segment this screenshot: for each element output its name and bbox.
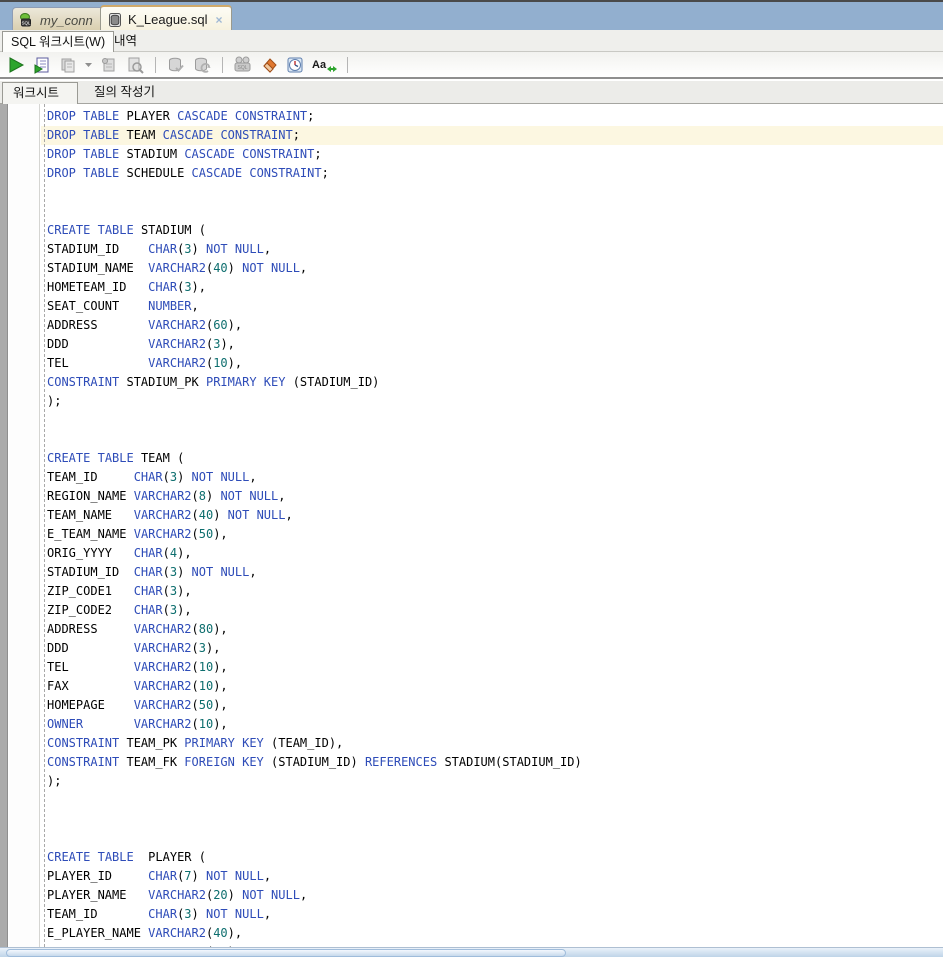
code-line[interactable]: CREATE TABLE STADIUM ( [41, 221, 943, 240]
code-line[interactable]: DROP TABLE STADIUM CASCADE CONSTRAINT; [41, 145, 943, 164]
code-line[interactable]: DROP TABLE TEAM CASCADE CONSTRAINT; [41, 126, 943, 145]
code-line[interactable]: CONSTRAINT TEAM_PK PRIMARY KEY (TEAM_ID)… [41, 734, 943, 753]
commit-icon[interactable] [166, 55, 186, 75]
code-line[interactable]: ADDRESS VARCHAR2(60), [41, 316, 943, 335]
code-line[interactable]: ADDRESS VARCHAR2(80), [41, 620, 943, 639]
code-line[interactable]: CREATE TABLE PLAYER ( [41, 848, 943, 867]
code-line[interactable]: E_PLAYER_NAME VARCHAR2(40), [41, 924, 943, 943]
code-line[interactable]: HOMEPAGE VARCHAR2(50), [41, 696, 943, 715]
history-clock-icon[interactable] [285, 55, 305, 75]
tab-k-league-sql[interactable]: K_League.sql × [100, 5, 232, 32]
code-line[interactable]: CONSTRAINT TEAM_FK FOREIGN KEY (STADIUM_… [41, 753, 943, 772]
rollback-icon[interactable] [192, 55, 212, 75]
code-line[interactable]: TEL VARCHAR2(10), [41, 658, 943, 677]
worksheet-toolbar: SQL Aa [0, 52, 943, 79]
code-line[interactable]: STADIUM_ID CHAR(3) NOT NULL, [41, 240, 943, 259]
explain-plan-dropdown-icon[interactable] [84, 55, 93, 75]
code-line[interactable] [41, 430, 943, 449]
code-line[interactable] [41, 829, 943, 848]
code-line[interactable]: DDD VARCHAR2(3), [41, 639, 943, 658]
sql-connection-icon: SQL [19, 12, 35, 28]
code-line[interactable]: TEAM_ID CHAR(3) NOT NULL, [41, 905, 943, 924]
tab-query-builder[interactable]: 질의 작성기 [84, 82, 165, 104]
code-line[interactable]: CONSTRAINT STADIUM_PK PRIMARY KEY (STADI… [41, 373, 943, 392]
code-line[interactable]: FAX VARCHAR2(10), [41, 677, 943, 696]
code-line[interactable] [41, 411, 943, 430]
code-line[interactable] [41, 183, 943, 202]
svg-text:SQL: SQL [237, 65, 247, 71]
svg-text:SQL: SQL [21, 21, 31, 26]
code-line[interactable]: ); [41, 392, 943, 411]
tab-label: K_League.sql [128, 12, 208, 27]
tab-sql-worksheet[interactable]: SQL 워크시트(W) [2, 31, 115, 52]
explain-plan-icon[interactable] [58, 55, 78, 75]
tab-worksheet[interactable]: 워크시트 [2, 82, 78, 104]
code-line[interactable]: HOMETEAM_ID CHAR(3), [41, 278, 943, 297]
document-tab-strip: SQL my_conn × K_League.sql × [0, 0, 943, 32]
toolbar-separator [155, 56, 156, 73]
code-line[interactable]: STADIUM_ID CHAR(3) NOT NULL, [41, 563, 943, 582]
code-line[interactable]: PLAYER_NAME VARCHAR2(20) NOT NULL, [41, 886, 943, 905]
run-statement-icon[interactable] [6, 55, 26, 75]
run-script-icon[interactable] [32, 55, 52, 75]
close-icon[interactable]: × [216, 13, 223, 27]
tab-history[interactable]: 내역 [106, 31, 145, 52]
left-margin-guide [44, 104, 45, 947]
code-line[interactable]: ); [41, 772, 943, 791]
code-line[interactable] [41, 791, 943, 810]
autotrace-icon[interactable] [99, 55, 119, 75]
code-line[interactable]: ZIP_CODE2 CHAR(3), [41, 601, 943, 620]
change-case-icon[interactable]: Aa [311, 55, 337, 75]
svg-text:Aa: Aa [312, 59, 327, 71]
view-tab-row: 워크시트 질의 작성기 [0, 81, 943, 104]
editor-left-strip [0, 104, 8, 947]
code-line[interactable]: PLAYER_ID CHAR(7) NOT NULL, [41, 867, 943, 886]
toolbar-separator [347, 56, 348, 73]
horizontal-scrollbar[interactable] [0, 947, 943, 957]
tuning-advisor-icon[interactable] [125, 55, 145, 75]
code-line[interactable]: DDD VARCHAR2(3), [41, 335, 943, 354]
code-line[interactable]: ZIP_CODE1 CHAR(3), [41, 582, 943, 601]
code-line[interactable]: NICKNAME VARCHAR2(30), [41, 943, 943, 947]
toolbar-separator [222, 56, 223, 73]
code-area[interactable]: DROP TABLE PLAYER CASCADE CONSTRAINT; DRO… [41, 107, 943, 947]
code-line[interactable] [41, 810, 943, 829]
code-line[interactable]: E_TEAM_NAME VARCHAR2(50), [41, 525, 943, 544]
code-line[interactable]: CREATE TABLE TEAM ( [41, 449, 943, 468]
code-line[interactable]: ORIG_YYYY CHAR(4), [41, 544, 943, 563]
clear-icon[interactable] [259, 55, 279, 75]
code-line[interactable]: TEAM_ID CHAR(3) NOT NULL, [41, 468, 943, 487]
sql-editor[interactable]: DROP TABLE PLAYER CASCADE CONSTRAINT; DRO… [0, 104, 943, 947]
code-line[interactable]: SEAT_COUNT NUMBER, [41, 297, 943, 316]
code-line[interactable]: REGION_NAME VARCHAR2(8) NOT NULL, [41, 487, 943, 506]
sql-history-icon[interactable]: SQL [233, 55, 253, 75]
code-line[interactable]: TEAM_NAME VARCHAR2(40) NOT NULL, [41, 506, 943, 525]
tab-label: my_conn [40, 12, 93, 28]
code-line[interactable] [41, 202, 943, 221]
code-line[interactable]: DROP TABLE PLAYER CASCADE CONSTRAINT; [41, 107, 943, 126]
menu-tab-row: SQL 워크시트(W) 내역 [0, 30, 943, 52]
code-line[interactable]: DROP TABLE SCHEDULE CASCADE CONSTRAINT; [41, 164, 943, 183]
sql-file-icon [107, 12, 123, 28]
code-line[interactable]: OWNER VARCHAR2(10), [41, 715, 943, 734]
code-line[interactable]: STADIUM_NAME VARCHAR2(40) NOT NULL, [41, 259, 943, 278]
line-number-gutter [9, 104, 40, 947]
horizontal-scrollbar-thumb[interactable] [6, 949, 566, 957]
code-line[interactable]: TEL VARCHAR2(10), [41, 354, 943, 373]
